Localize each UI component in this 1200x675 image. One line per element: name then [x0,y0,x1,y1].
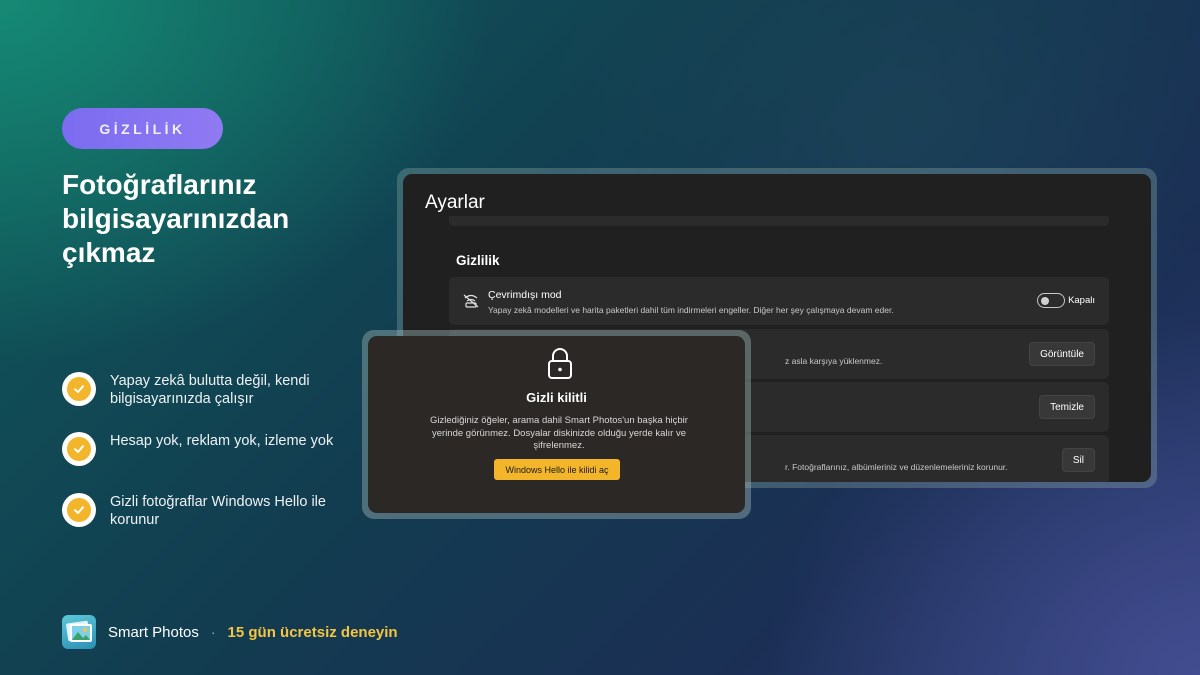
dialog-text: Gizlediğiniz öğeler, arama dahil Smart P… [430,415,688,451]
settings-row-offline-mode: Çevrimdışı mod Yapay zekâ modelleri ve h… [449,277,1109,325]
app-name: Smart Photos [108,623,199,641]
offline-icon [463,294,479,308]
footer-separator: · [210,624,216,640]
feature-text: Hesap yok, reklam yok, izleme yok [110,433,334,449]
check-icon [62,493,96,527]
dialog-title: Gizli kilitli [526,390,587,405]
check-icon [62,432,96,466]
feature-item: Gizli fotoğraflar Windows Hello ile koru… [62,493,352,529]
toggle-state-label: Kapalı [1068,295,1095,306]
settings-title: Ayarlar [425,192,485,213]
row-description: Yapay zekâ modelleri ve harita paketleri… [488,305,894,315]
row-description: r. Fotoğraflarınız, albümleriniz ve düze… [785,462,1008,472]
feature-item: Yapay zekâ bulutta değil, kendi bilgisay… [62,372,352,408]
section-title-privacy: Gizlilik [456,253,500,268]
settings-top-strip [449,216,1109,226]
category-badge: GİZLİLİK [62,108,223,149]
lock-icon [545,346,575,380]
row-description: z asla karşıya yüklenmez. [785,356,883,366]
hidden-locked-dialog: Gizli kilitli Gizlediğiniz öğeler, arama… [368,336,745,513]
windows-hello-unlock-button[interactable]: Windows Hello ile kilidi aç [494,459,620,480]
clear-button[interactable]: Temizle [1039,395,1095,419]
page-headline: Fotoğraflarınız bilgisayarınızdan çıkmaz [62,169,290,268]
feature-item: Hesap yok, reklam yok, izleme yok [62,432,352,466]
check-icon [62,372,96,406]
delete-button[interactable]: Sil [1061,448,1095,472]
row-label: Çevrimdışı mod [488,289,562,301]
trial-link[interactable]: 15 gün ücretsiz deneyin [228,624,398,641]
footer: Smart Photos · 15 gün ücretsiz deneyin [62,615,398,649]
feature-text: Yapay zekâ bulutta değil, kendi bilgisay… [110,373,310,407]
offline-mode-toggle[interactable] [1037,293,1065,308]
smart-photos-app-icon [62,615,96,649]
hidden-locked-dialog-frame: Gizli kilitli Gizlediğiniz öğeler, arama… [362,330,751,519]
view-button[interactable]: Görüntüle [1029,342,1095,366]
feature-text: Gizli fotoğraflar Windows Hello ile koru… [110,494,326,528]
